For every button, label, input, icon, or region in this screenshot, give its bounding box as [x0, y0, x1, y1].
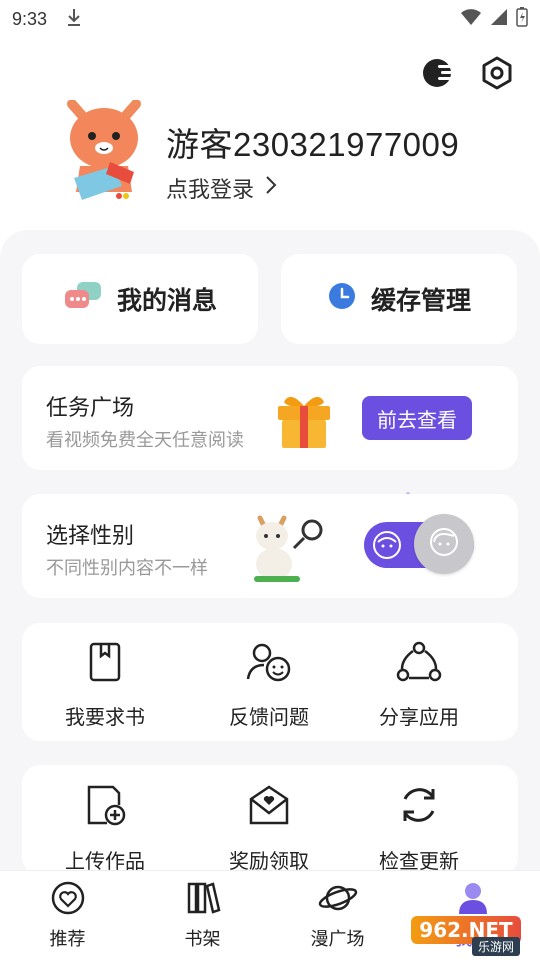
messages-card[interactable]: 我的消息	[22, 254, 258, 344]
chat-bubbles-icon	[63, 280, 103, 319]
book-icon	[85, 641, 125, 689]
signal-icon	[490, 8, 508, 31]
status-time: 9:33	[12, 8, 48, 29]
battery-icon	[516, 6, 528, 32]
username: 游客230321977009	[166, 126, 460, 163]
avatar[interactable]	[64, 99, 144, 210]
share-app-label: 分享应用	[379, 707, 459, 729]
login-label: 点我登录	[166, 177, 255, 202]
tools-grid-1: 我要求书 反馈问题 分享应用	[22, 623, 518, 741]
tab-recommend-label: 推荐	[49, 929, 86, 949]
upload-works-item[interactable]: 上传作品	[30, 783, 180, 874]
check-update-item[interactable]: 检查更新	[344, 783, 494, 874]
heart-circle-icon	[50, 880, 86, 921]
watermark-sub: 乐游网	[471, 937, 520, 956]
cache-card[interactable]: 缓存管理	[281, 254, 517, 344]
task-card[interactable]: 任务广场 看视频免费全天任意阅读 前去查看	[22, 366, 518, 470]
refresh-icon	[397, 783, 441, 833]
tab-recommend[interactable]: 推荐	[0, 871, 135, 960]
main-panel: 我的消息 缓存管理 任务广场 看视频免费全天任意阅读 前去查看 选择性别 不同性…	[0, 230, 540, 875]
tools-grid-2: 上传作品 奖励领取 检查更新	[22, 765, 518, 875]
bookshelf-icon	[185, 880, 221, 921]
toggle-knob[interactable]	[414, 514, 474, 574]
feedback-label: 反馈问题	[229, 707, 309, 729]
share-app-item[interactable]: 分享应用	[344, 641, 494, 730]
clock-icon	[327, 281, 357, 318]
tab-bookshelf-label: 书架	[184, 929, 221, 949]
gender-toggle[interactable]	[364, 514, 474, 574]
gender-card[interactable]: 选择性别 不同性别内容不一样	[22, 494, 518, 598]
chevron-right-icon	[264, 175, 278, 201]
feedback-icon	[246, 641, 292, 689]
watermark-logo: 962.NET 乐游网	[400, 906, 532, 956]
tab-bookshelf[interactable]: 书架	[135, 871, 270, 960]
task-title: 任务广场	[46, 395, 135, 420]
female-avatar-icon	[428, 526, 460, 563]
night-mode-icon[interactable]	[420, 54, 458, 92]
gender-subtitle: 不同性别内容不一样	[46, 558, 208, 578]
status-bar: 9:33	[0, 0, 540, 38]
planet-icon	[318, 880, 358, 921]
profile-section[interactable]: 游客230321977009 点我登录	[64, 99, 504, 210]
male-avatar-icon	[372, 530, 402, 565]
gift-icon	[274, 392, 334, 455]
reward-item[interactable]: 奖励领取	[194, 783, 344, 874]
share-icon	[396, 641, 442, 689]
wifi-icon	[460, 8, 482, 31]
request-book-item[interactable]: 我要求书	[30, 641, 180, 730]
download-icon	[65, 7, 83, 32]
login-link[interactable]: 点我登录	[166, 172, 278, 204]
request-book-label: 我要求书	[65, 707, 145, 729]
settings-icon[interactable]	[478, 54, 516, 92]
go-view-button[interactable]: 前去查看	[362, 396, 472, 440]
gender-title: 选择性别	[46, 523, 135, 548]
feedback-item[interactable]: 反馈问题	[194, 641, 344, 730]
cache-label: 缓存管理	[370, 287, 471, 315]
reward-envelope-icon	[247, 783, 291, 833]
upload-file-icon	[83, 783, 127, 833]
tab-comic-plaza-label: 漫广场	[310, 929, 365, 949]
cat-illustration-icon	[240, 508, 330, 589]
task-subtitle: 看视频免费全天任意阅读	[46, 430, 244, 450]
tab-comic-plaza[interactable]: 漫广场	[270, 871, 405, 960]
header-actions	[420, 54, 516, 92]
messages-label: 我的消息	[116, 287, 217, 315]
